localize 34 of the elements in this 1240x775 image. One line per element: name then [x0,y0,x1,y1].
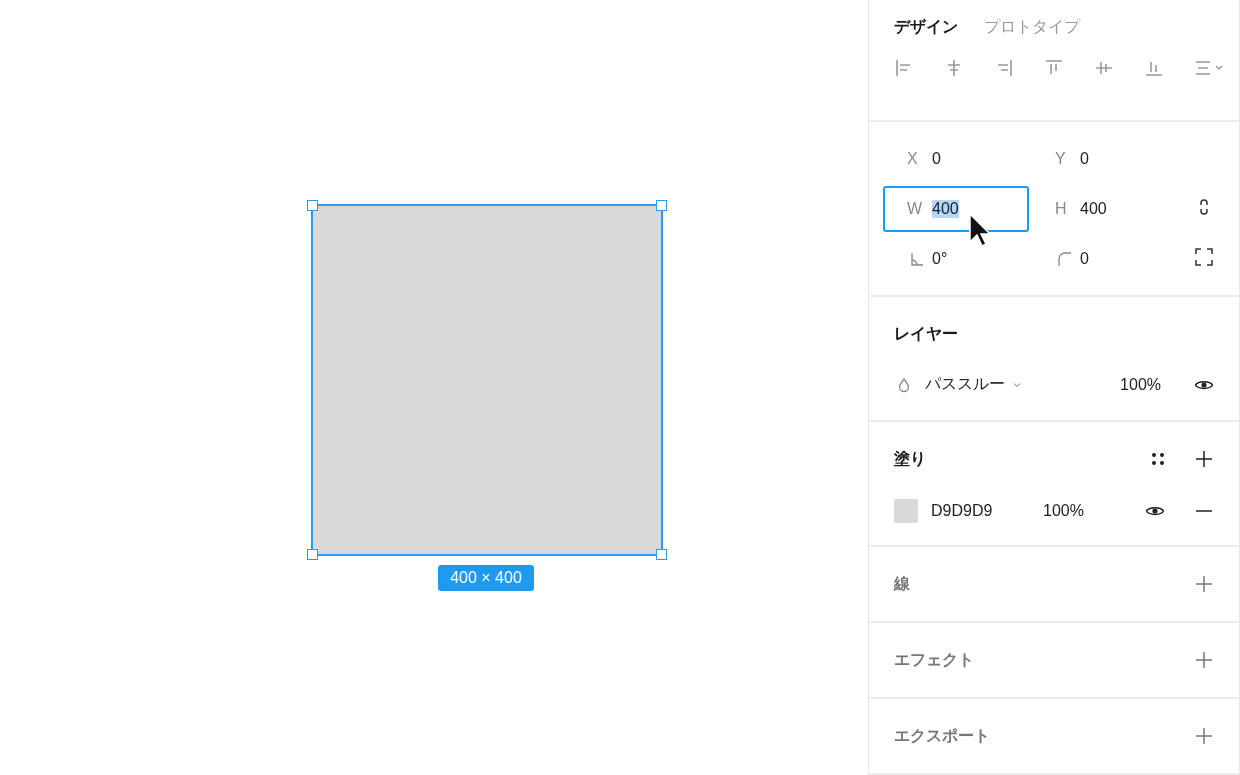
rectangle-shape[interactable] [311,204,663,556]
section-title: レイヤー [894,323,958,344]
field-label: H [1055,200,1068,218]
number-field[interactable]: X 0 [883,136,1029,182]
resize-handle[interactable] [656,200,667,211]
opacity-value[interactable]: 100% [1043,502,1084,520]
color-swatch[interactable] [894,499,918,523]
blend-mode-dropdown[interactable]: パススルー [925,374,1023,395]
field-value: 400 [1080,200,1107,218]
field-value: 0 [1080,150,1089,168]
rotation-field[interactable]: 0° [883,236,1029,282]
number-field[interactable]: H 400 [1031,186,1177,232]
field-value: 0 [1080,250,1089,268]
corners-icon[interactable] [1194,247,1214,267]
panel-tab[interactable]: デザイン [894,16,958,38]
hex-value[interactable]: D9D9D9 [931,502,1043,520]
resize-handle[interactable] [307,549,318,560]
resize-handle[interactable] [656,549,667,560]
opacity-value[interactable]: 100% [1120,375,1161,394]
plus-icon[interactable] [1194,449,1214,469]
number-field[interactable]: Y 0 [1031,136,1177,182]
size-label: 400 × 400 [438,565,534,591]
section-title: エフェクト [894,649,974,670]
field-value: 400 [932,200,959,218]
field-label: Y [1055,150,1067,168]
section-title: 線 [894,573,910,594]
section-title: 塗り [894,448,926,469]
resize-handle[interactable] [307,200,318,211]
field-value: 0° [932,250,948,268]
section-title: エクスポート [894,725,990,746]
radius-field[interactable]: 0 [1031,236,1177,282]
field-value: 0 [932,150,941,168]
field-label: X [907,150,919,168]
field-label: W [907,200,924,218]
